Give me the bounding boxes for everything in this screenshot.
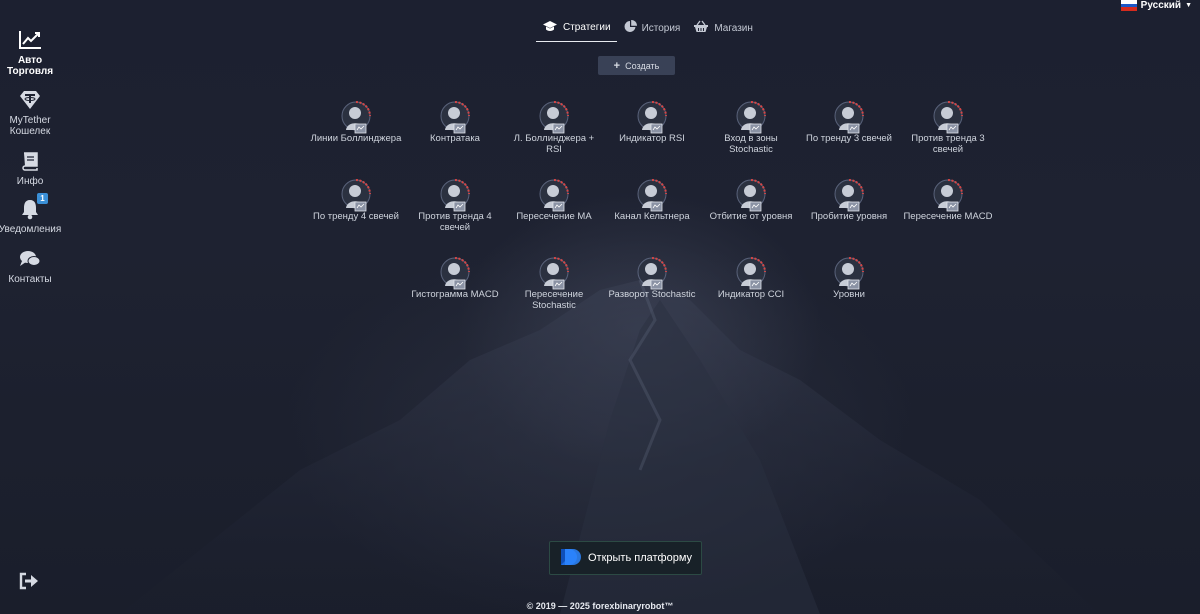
- strategy-card[interactable]: Вход в зоны Stochastic: [703, 100, 799, 155]
- strategy-name: По тренду 3 свечей: [806, 133, 892, 144]
- robot-avatar-icon: [440, 179, 470, 212]
- robot-avatar-icon: [637, 257, 667, 290]
- robot-avatar-icon: [834, 257, 864, 290]
- strategy-name: Отбитие от уровня: [709, 211, 793, 222]
- strategy-name: Л. Боллинджера + RSI: [513, 133, 595, 155]
- tab-label: История: [641, 22, 681, 34]
- main-tabs: Стратегии История Магазин: [536, 18, 760, 42]
- robot-avatar-icon: [341, 179, 371, 212]
- book-icon: [18, 149, 42, 173]
- strategy-name: Против тренда 4 свечей: [418, 211, 492, 233]
- strategy-name: Индикатор RSI: [619, 133, 685, 144]
- strategy-name: Линии Боллинджера: [310, 133, 402, 144]
- caret-down-icon: ▼: [1185, 2, 1192, 9]
- robot-avatar-icon: [736, 179, 766, 212]
- strategy-name: Уровни: [833, 289, 865, 300]
- robot-avatar-icon: [637, 179, 667, 212]
- tab-shop[interactable]: Магазин: [687, 18, 759, 42]
- sidebar-item-auto-trading[interactable]: Авто Торговля: [0, 28, 60, 77]
- strategy-card[interactable]: Против тренда 4 свечей: [407, 178, 503, 233]
- tab-history[interactable]: История: [618, 18, 687, 42]
- strategy-card[interactable]: Гистограмма MACD: [407, 256, 503, 301]
- basket-icon: [693, 20, 709, 36]
- graduation-cap-icon: [542, 20, 558, 35]
- create-button-label: Создать: [625, 60, 660, 71]
- open-platform-button[interactable]: Открыть платформу: [549, 541, 702, 575]
- strategy-name: Контратака: [430, 133, 480, 144]
- create-strategy-button[interactable]: + Создать: [598, 56, 675, 75]
- strategy-name: Индикатор CCI: [717, 289, 785, 300]
- strategy-name: Пробитие уровня: [810, 211, 888, 222]
- strategy-card[interactable]: Пересечение MACD: [900, 178, 996, 223]
- robot-avatar-icon: [736, 101, 766, 134]
- notification-count-badge: 1: [37, 193, 48, 204]
- tether-icon: [18, 88, 42, 112]
- sidebar-item-notifications[interactable]: 1 Уведомления: [0, 193, 62, 235]
- strategy-name: Против тренда 3 свечей: [911, 133, 985, 155]
- strategy-name: Разворот Stochastic: [608, 289, 696, 300]
- chat-icon: [18, 247, 42, 271]
- strategy-card[interactable]: Разворот Stochastic: [604, 256, 700, 301]
- strategy-card[interactable]: Индикатор CCI: [703, 256, 799, 301]
- robot-avatar-icon: [539, 101, 569, 134]
- strategy-name: Пересечение MACD: [903, 211, 993, 222]
- strategy-card[interactable]: Пересечение Stochastic: [506, 256, 602, 311]
- sidebar-item-info[interactable]: Инфо: [0, 149, 60, 187]
- language-label: Русский: [1140, 0, 1182, 11]
- footer-copyright: © 2019 — 2025 forexbinaryrobot™: [526, 601, 674, 611]
- language-selector[interactable]: Русский ▼: [1120, 0, 1192, 12]
- strategy-card[interactable]: Контратака: [407, 100, 503, 145]
- strategy-card[interactable]: Канал Кельтнера: [604, 178, 700, 223]
- strategy-name: По тренду 4 свечей: [313, 211, 399, 222]
- platform-button-label: Открыть платформу: [587, 552, 693, 564]
- robot-avatar-icon: [834, 101, 864, 134]
- strategy-name: Пересечение Stochastic: [524, 289, 584, 311]
- strategy-card[interactable]: Л. Боллинджера + RSI: [506, 100, 602, 155]
- tab-label: Магазин: [714, 22, 753, 34]
- robot-avatar-icon: [933, 101, 963, 134]
- strategy-card[interactable]: Против тренда 3 свечей: [900, 100, 996, 155]
- strategy-card[interactable]: По тренду 3 свечей: [801, 100, 897, 145]
- sidebar-item-label: Контакты: [8, 274, 52, 285]
- strategy-card[interactable]: Линии Боллинджера: [308, 100, 404, 145]
- strategy-name: Гистограмма MACD: [411, 289, 499, 300]
- sidebar-item-label: Инфо: [16, 176, 44, 187]
- strategy-name: Пересечение MA: [516, 211, 592, 222]
- robot-avatar-icon: [440, 257, 470, 290]
- sidebar: Авто Торговля MyTether Кошелек Инфо 1 Ув…: [0, 0, 62, 614]
- robot-avatar-icon: [539, 179, 569, 212]
- platform-logo-icon: [559, 547, 583, 570]
- strategy-card[interactable]: Пробитие уровня: [801, 178, 897, 223]
- robot-avatar-icon: [440, 101, 470, 134]
- russia-flag-icon: [1120, 0, 1137, 12]
- sidebar-item-label: Авто Торговля: [7, 55, 54, 77]
- strategy-card[interactable]: Уровни: [801, 256, 897, 301]
- robot-avatar-icon: [637, 101, 667, 134]
- plus-icon: +: [613, 59, 621, 72]
- robot-avatar-icon: [736, 257, 766, 290]
- strategy-name: Канал Кельтнера: [614, 211, 690, 222]
- tab-label: Стратегии: [563, 22, 611, 33]
- tab-strategies[interactable]: Стратегии: [536, 18, 617, 42]
- pie-chart-icon: [624, 19, 637, 36]
- logout-icon[interactable]: [19, 572, 39, 590]
- strategy-card[interactable]: Отбитие от уровня: [703, 178, 799, 223]
- robot-avatar-icon: [539, 257, 569, 290]
- robot-avatar-icon: [834, 179, 864, 212]
- strategy-card[interactable]: По тренду 4 свечей: [308, 178, 404, 223]
- strategy-card[interactable]: Индикатор RSI: [604, 100, 700, 145]
- sidebar-item-contacts[interactable]: Контакты: [0, 247, 60, 285]
- sidebar-item-label: Уведомления: [0, 224, 62, 235]
- strategy-card[interactable]: Пересечение MA: [506, 178, 602, 223]
- robot-avatar-icon: [341, 101, 371, 134]
- robot-avatar-icon: [933, 179, 963, 212]
- chart-line-icon: [18, 28, 42, 52]
- sidebar-item-label: MyTether Кошелек: [9, 115, 51, 137]
- strategy-name: Вход в зоны Stochastic: [724, 133, 778, 155]
- sidebar-item-mytether[interactable]: MyTether Кошелек: [0, 88, 60, 137]
